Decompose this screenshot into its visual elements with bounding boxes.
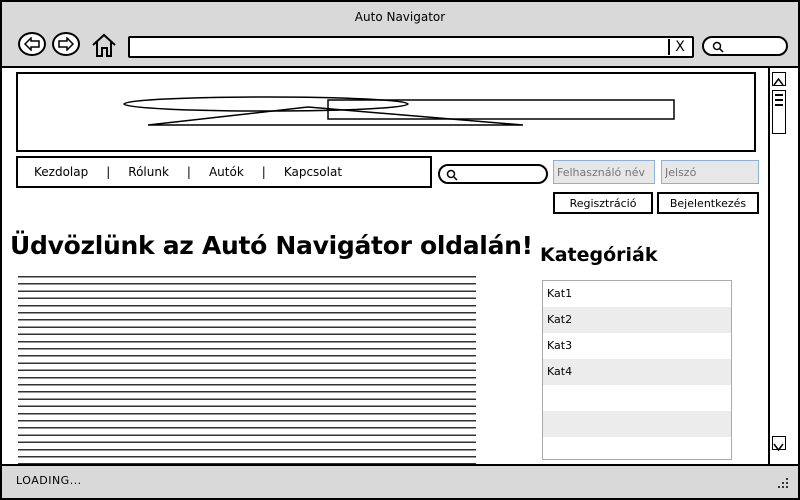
logo-image <box>123 96 675 126</box>
categories-list: Kat1 Kat2 Kat3 Kat4 <box>542 280 732 460</box>
register-button[interactable]: Regisztráció <box>553 192 653 214</box>
nav-link-about[interactable]: Rólunk <box>128 165 169 179</box>
nav-link-cars[interactable]: Autók <box>209 165 244 179</box>
address-bar[interactable]: X <box>128 36 694 58</box>
placeholder-text-block <box>18 276 476 466</box>
site-nav-menu: Kezdolap | Rólunk | Autók | Kapcsolat <box>16 156 432 188</box>
category-item[interactable]: Kat1 <box>543 281 731 307</box>
nav-separator: | <box>261 165 266 179</box>
category-item[interactable]: Kat2 <box>543 307 731 333</box>
arrow-left-icon <box>24 37 40 51</box>
categories-title: Kategóriák <box>540 244 658 266</box>
resize-grip-icon[interactable] <box>776 476 790 488</box>
browser-search-input[interactable] <box>702 36 788 56</box>
home-icon[interactable] <box>90 32 118 58</box>
back-button[interactable] <box>18 32 46 56</box>
category-item[interactable]: Kat4 <box>543 359 731 385</box>
nav-separator: | <box>186 165 191 179</box>
forward-button[interactable] <box>52 32 80 56</box>
password-field[interactable] <box>661 160 759 184</box>
nav-link-home[interactable]: Kezdolap <box>34 165 88 179</box>
category-item[interactable] <box>543 385 731 411</box>
category-item[interactable] <box>543 411 731 437</box>
search-icon <box>446 169 458 181</box>
page-viewport: Kezdolap | Rólunk | Autók | Kapcsolat Re… <box>2 68 768 466</box>
chevron-up-icon <box>773 77 784 86</box>
site-search-input[interactable] <box>438 164 548 184</box>
category-item[interactable]: Kat3 <box>543 333 731 359</box>
vertical-scrollbar[interactable] <box>768 68 788 464</box>
nav-separator: | <box>106 165 111 179</box>
login-button[interactable]: Bejelentkezés <box>657 192 759 214</box>
clear-address-button[interactable]: X <box>668 39 690 55</box>
search-icon <box>712 41 724 53</box>
window-title: Auto Navigator <box>354 10 446 24</box>
arrow-right-icon <box>58 37 74 51</box>
status-text: LOADING... <box>16 474 82 487</box>
status-bar: LOADING... <box>2 464 798 498</box>
category-item[interactable] <box>543 437 731 459</box>
scroll-up-button[interactable] <box>772 72 786 86</box>
scroll-down-button[interactable] <box>772 436 786 452</box>
nav-link-contact[interactable]: Kapcsolat <box>284 165 342 179</box>
page-title: Üdvözlünk az Autó Navigátor oldalán! <box>10 231 533 260</box>
username-field[interactable] <box>553 160 655 184</box>
browser-window: Auto Navigator X Kezdolap | Rólunk | Aut… <box>0 0 800 500</box>
title-bar: Auto Navigator X <box>2 2 798 68</box>
chevron-down-icon <box>773 443 784 452</box>
logo-banner <box>16 72 756 152</box>
scroll-thumb[interactable] <box>772 90 786 134</box>
